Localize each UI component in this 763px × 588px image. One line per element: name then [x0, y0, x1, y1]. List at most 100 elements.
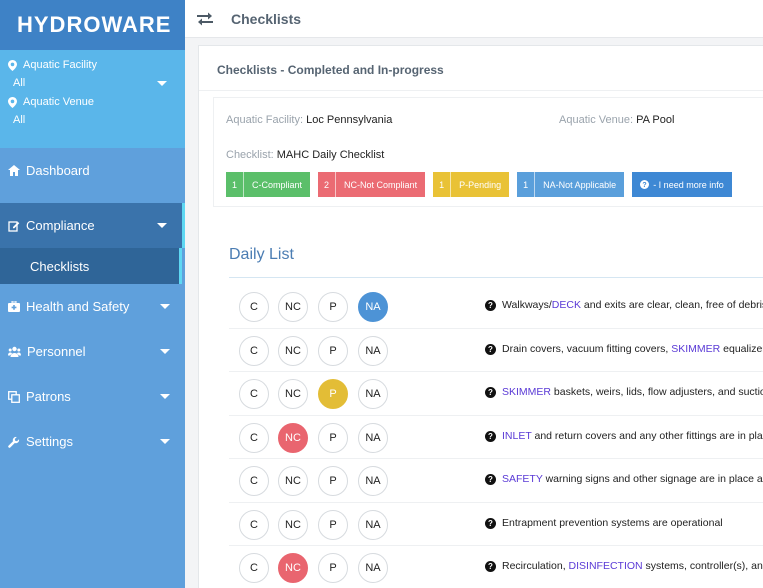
checklist-summary: Aquatic Facility: Loc Pennsylvania Aquat… — [213, 97, 763, 207]
checklist-row: C NC P NA ? Walkways/DECK and exits are … — [229, 285, 763, 329]
not-compliant-button[interactable]: NC — [278, 422, 308, 453]
venue-meta-key: Aquatic Venue: — [559, 114, 634, 126]
sidebar: HYDROWARE Aquatic Facility All Aquatic V… — [0, 0, 185, 588]
pending-button[interactable]: P — [318, 379, 348, 409]
question-icon[interactable]: ? — [485, 517, 496, 529]
divider — [229, 277, 763, 278]
not-applicable-button[interactable]: NA — [358, 292, 388, 322]
compliant-button[interactable]: C — [239, 422, 269, 453]
compliant-button[interactable]: C — [239, 335, 269, 366]
sidebar-item-label: Compliance — [26, 218, 95, 233]
not-compliant-button[interactable]: NC — [278, 509, 308, 540]
wrench-icon — [8, 436, 20, 448]
sidebar-item-settings[interactable]: Settings — [0, 419, 185, 464]
venue-meta: Aquatic Venue: PA Pool — [559, 114, 674, 126]
checklist-row: C NC P NA ? Recirculation, DISINFECTION … — [229, 546, 763, 588]
checklist-row: C NC P NA ? SAFETY warning signs and oth… — [229, 459, 763, 503]
not-applicable-button[interactable]: NA — [358, 379, 388, 409]
venue-value: All — [13, 114, 26, 126]
sidebar-item-label: Checklists — [30, 258, 90, 274]
sidebar-item-patrons[interactable]: Patrons — [0, 374, 185, 419]
not-compliant-button[interactable]: NC — [278, 379, 308, 409]
question-circle-icon: ? — [640, 180, 650, 189]
sidebar-item-health-safety[interactable]: Health and Safety — [0, 284, 185, 329]
checklist-rows: C NC P NA ? Walkways/DECK and exits are … — [229, 285, 763, 588]
question-icon[interactable]: ? — [485, 300, 496, 311]
not-applicable-button[interactable]: NA — [358, 422, 388, 453]
venue-select[interactable]: All — [8, 108, 177, 130]
question-icon[interactable]: ? — [485, 430, 496, 442]
badge-label: NA-Not Applicable — [543, 179, 617, 190]
facility-meta-key: Aquatic Facility: — [226, 114, 304, 126]
question-icon[interactable]: ? — [485, 561, 496, 572]
sidebar-item-label: Dashboard — [26, 163, 90, 178]
pending-button[interactable]: P — [318, 422, 348, 453]
question-icon[interactable]: ? — [485, 387, 496, 398]
facility-filter-label: Aquatic Facility — [8, 59, 177, 71]
badge-count: 2 — [318, 172, 337, 197]
not-applicable-button[interactable]: NA — [358, 509, 388, 540]
sidebar-item-dashboard[interactable]: Dashboard — [0, 148, 185, 193]
compliant-button[interactable]: C — [239, 292, 269, 322]
question-icon[interactable]: ? — [485, 474, 496, 485]
medkit-icon — [8, 301, 20, 312]
pending-button[interactable]: P — [318, 553, 348, 583]
sidebar-item-compliance[interactable]: Compliance — [0, 203, 185, 248]
filter-box: Aquatic Facility All Aquatic Venue All — [0, 50, 185, 148]
facility-select[interactable]: All — [8, 71, 177, 93]
not-compliant-button[interactable]: NC — [278, 292, 308, 322]
pending-button[interactable]: P — [318, 335, 348, 366]
chevron-down-icon — [160, 439, 170, 444]
compliant-badge[interactable]: 1 C-Compliant — [226, 172, 311, 197]
badge-count: 1 — [433, 172, 452, 197]
badge-label: NC-Not Compliant — [344, 179, 418, 190]
status-badges: 1 C-Compliant 2 NC-Not Compliant 1 P-Pen… — [226, 172, 732, 197]
copy-icon — [8, 390, 20, 403]
more-info-badge[interactable]: ? - I need more info — [632, 172, 732, 197]
sidebar-item-label: Patrons — [26, 389, 71, 404]
not-applicable-button[interactable]: NA — [358, 466, 388, 496]
svg-text:?: ? — [643, 182, 647, 189]
panel-title: Checklists - Completed and In-progress — [217, 63, 444, 77]
checklist-item-text: SKIMMER baskets, weirs, lids, flow adjus… — [502, 386, 763, 398]
not-applicable-badge[interactable]: 1 NA-Not Applicable — [517, 172, 625, 197]
pending-badge[interactable]: 1 P-Pending — [433, 172, 510, 197]
venue-filter-label: Aquatic Venue — [8, 96, 177, 108]
page-title: Checklists — [231, 10, 302, 27]
sidebar-item-checklists[interactable]: Checklists — [0, 248, 182, 284]
pending-button[interactable]: P — [318, 466, 348, 496]
not-applicable-button[interactable]: NA — [358, 553, 388, 583]
sidebar-item-label: Settings — [26, 434, 73, 449]
not-compliant-badge[interactable]: 2 NC-Not Compliant — [318, 172, 426, 197]
badge-label: P-Pending — [459, 179, 502, 190]
checklist-meta-value: MAHC Daily Checklist — [276, 149, 385, 161]
not-compliant-button[interactable]: NC — [278, 466, 308, 496]
compliant-button[interactable]: C — [239, 466, 269, 496]
keyword-link[interactable]: SAFETY — [502, 473, 543, 485]
keyword-link[interactable]: SKIMMER — [671, 343, 720, 355]
checklists-panel: Checklists - Completed and In-progress A… — [198, 45, 763, 588]
checklist-item-text: Recirculation, DISINFECTION systems, con… — [502, 560, 763, 572]
compliant-button[interactable]: C — [239, 509, 269, 540]
pending-button[interactable]: P — [318, 292, 348, 322]
pending-button[interactable]: P — [318, 509, 348, 540]
not-compliant-button[interactable]: NC — [278, 335, 308, 366]
sidebar-item-personnel[interactable]: Personnel — [0, 329, 185, 374]
question-icon[interactable]: ? — [485, 343, 496, 355]
keyword-link[interactable]: INLET — [502, 430, 532, 442]
keyword-link[interactable]: SKIMMER — [502, 386, 551, 398]
compliant-button[interactable]: C — [239, 553, 269, 583]
not-applicable-button[interactable]: NA — [358, 335, 388, 366]
checklist-meta: Checklist: MAHC Daily Checklist — [226, 149, 384, 161]
keyword-link[interactable]: DISINFECTION — [569, 560, 643, 572]
compliant-button[interactable]: C — [239, 379, 269, 409]
location-pin-icon — [8, 96, 17, 108]
checklist-item-text: Entrapment prevention systems are operat… — [502, 516, 723, 529]
checklist-meta-key: Checklist: — [226, 149, 274, 161]
keyword-link[interactable]: DECK — [552, 299, 581, 311]
checklist-row: C NC P NA ? INLET and return covers and … — [229, 416, 763, 459]
checklist-item-text: INLET and return covers and any other fi… — [502, 429, 763, 442]
logo[interactable]: HYDROWARE — [0, 0, 185, 50]
sidebar-toggle-button[interactable] — [195, 9, 215, 29]
not-compliant-button[interactable]: NC — [278, 553, 308, 583]
